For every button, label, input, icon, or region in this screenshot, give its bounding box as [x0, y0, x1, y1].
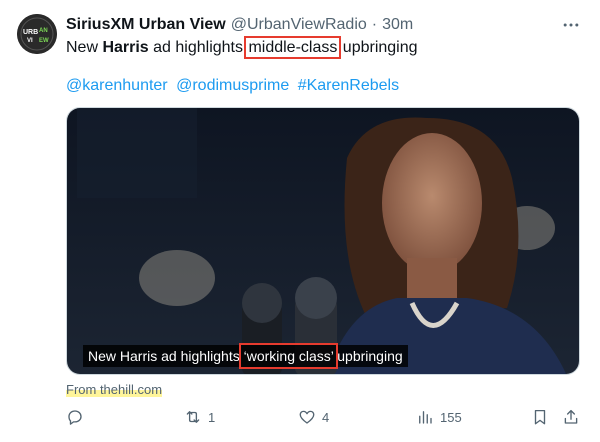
account-handle[interactable]: @UrbanViewRadio	[231, 16, 367, 34]
media-card[interactable]: New Harris ad highlights ‘working class’…	[66, 107, 580, 375]
hashtag-karenrebels[interactable]: #KarenRebels	[298, 77, 399, 94]
caption-start: New Harris ad highlights	[88, 348, 244, 364]
retweet-button[interactable]: 1	[184, 408, 215, 426]
views-button[interactable]: 155	[416, 408, 462, 426]
like-icon	[299, 410, 315, 424]
views-count: 155	[440, 409, 462, 425]
urban-view-logo: URB AN VI EW	[17, 14, 57, 54]
timestamp[interactable]: 30m	[382, 16, 413, 34]
share-icon	[564, 409, 578, 424]
caption-end: upbringing	[333, 348, 403, 364]
account-name[interactable]: SiriusXM Urban View	[66, 16, 226, 34]
highlighted-phrase: middle-class	[244, 36, 342, 59]
svg-text:AN: AN	[39, 28, 48, 34]
tweet-tags: @karenhunter @rodimusprime #KarenRebels	[66, 76, 403, 96]
avatar[interactable]: URB AN VI EW	[17, 14, 57, 54]
like-count: 4	[322, 409, 330, 425]
bookmark-icon	[534, 409, 546, 425]
action-bar: 1 4 155	[66, 408, 580, 432]
share-button[interactable]	[562, 408, 580, 426]
caption-highlight: ‘working class’	[238, 343, 339, 369]
svg-text:VI: VI	[27, 38, 33, 44]
source-link[interactable]: From thehill.com	[66, 382, 163, 397]
mention-rodimusprime[interactable]: @rodimusprime	[176, 77, 289, 94]
tweet-text-end: upbringing	[338, 39, 418, 56]
more-icon[interactable]	[561, 15, 581, 35]
bookmark-button[interactable]	[531, 408, 549, 426]
video-caption: New Harris ad highlights ‘working class’…	[83, 343, 408, 369]
svg-text:EW: EW	[39, 38, 49, 44]
like-button[interactable]: 4	[298, 408, 329, 426]
mention-karenhunter[interactable]: @karenhunter	[66, 77, 168, 94]
retweet-icon	[186, 411, 200, 423]
reply-icon	[68, 410, 82, 425]
separator: ·	[371, 16, 378, 33]
svg-text:URB: URB	[23, 29, 38, 36]
retweet-count: 1	[208, 409, 216, 425]
reply-button[interactable]	[66, 408, 90, 426]
views-icon	[419, 411, 432, 424]
speaker-photo	[67, 108, 579, 374]
tweet-text-start: New	[66, 39, 103, 56]
tweet-text-bold: Harris	[102, 39, 149, 56]
tweet-header: SiriusXM Urban View @UrbanViewRadio · 30…	[66, 14, 413, 36]
tweet-text: New Harris ad highlights middle-class up…	[66, 36, 418, 59]
tweet-text-middle: ad highlights	[148, 39, 248, 56]
